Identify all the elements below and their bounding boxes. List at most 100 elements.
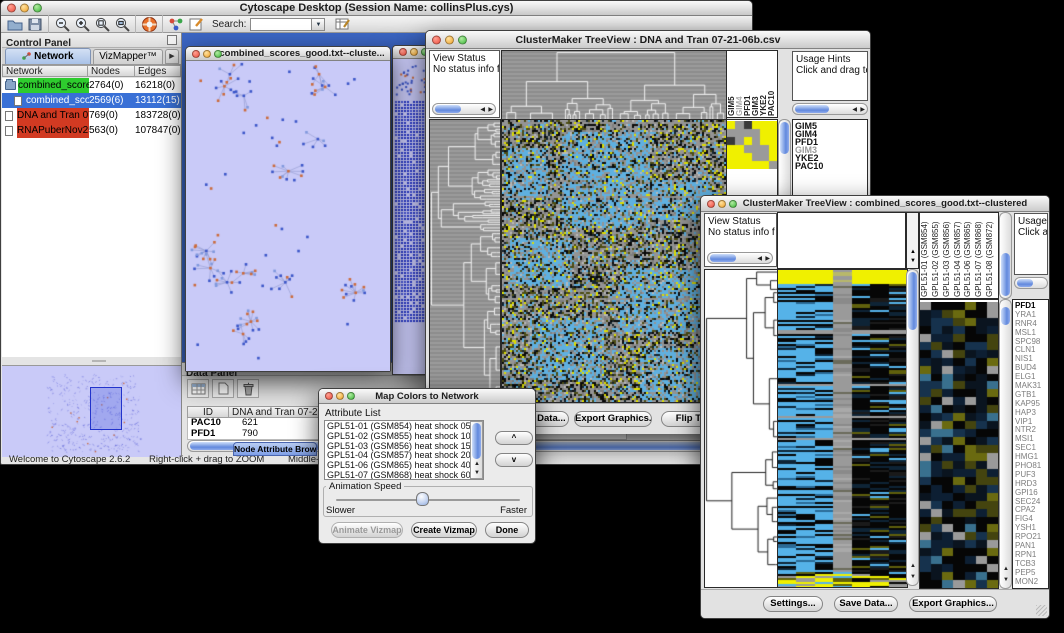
scrollbar-thumb[interactable]	[908, 272, 917, 330]
treeview2-global-heatmap[interactable]	[777, 269, 908, 588]
minimize-icon[interactable]	[718, 200, 726, 208]
network-tree-row[interactable]: combined_scores 2764(0) 16218(0)	[2, 78, 181, 93]
help-icon[interactable]	[139, 14, 159, 34]
attribute-list-vscrollbar[interactable]: ▲▼	[470, 421, 483, 479]
attribute-item[interactable]: GPL51-07 (GSM868) heat shock 60 min	[325, 471, 483, 480]
minimize-icon[interactable]	[20, 4, 29, 13]
zoom-window-icon[interactable]	[729, 200, 737, 208]
treeview2-button[interactable]: Export Graphics...	[909, 596, 997, 612]
scroll-down-arrow[interactable]: ▼	[1003, 577, 1009, 583]
treeview2-button[interactable]: Settings...	[763, 596, 823, 612]
scrollbar-thumb[interactable]	[780, 122, 789, 154]
tab-overflow-button[interactable]: ▶	[165, 49, 179, 64]
attribute-browser-icon[interactable]	[333, 14, 353, 34]
treeview2-titlebar[interactable]: ClusterMaker TreeView : combined_scores_…	[701, 196, 1049, 212]
vizmapper-icon[interactable]	[166, 14, 186, 34]
save-session-icon[interactable]	[25, 14, 45, 34]
treeview2-collabels-vscrollbar[interactable]	[999, 212, 1012, 299]
scrollbar-thumb[interactable]	[472, 423, 481, 459]
zoom-window-icon[interactable]	[33, 4, 42, 13]
treeview1-gene-dendrogram[interactable]	[429, 119, 501, 403]
treeview2-heatmap-vscrollbar[interactable]: ▲▼	[906, 269, 919, 586]
array-col-label[interactable]: GPL51-08 (GSM872)	[986, 214, 997, 297]
treeview1-titlebar[interactable]: ClusterMaker TreeView : DNA and Tran 07-…	[426, 31, 870, 49]
create-vizmap-button[interactable]: Create Vizmap	[411, 522, 477, 538]
minimize-icon[interactable]	[203, 50, 211, 58]
annotation-icon[interactable]	[186, 14, 206, 34]
speed-slider-thumb[interactable]	[416, 492, 429, 506]
treeview2-column-dendrogram-area[interactable]	[777, 212, 906, 269]
scroll-down-arrow[interactable]: ▼	[910, 258, 916, 264]
search-input[interactable]	[250, 18, 312, 31]
close-icon[interactable]	[707, 200, 715, 208]
move-up-button[interactable]: ^	[495, 431, 533, 445]
tab-vizmapper[interactable]: VizMapper™	[93, 49, 163, 64]
panel-splitter[interactable]	[2, 357, 181, 365]
close-icon[interactable]	[7, 4, 16, 13]
tab-network[interactable]: Network	[5, 48, 91, 64]
network-view-titlebar[interactable]: combined_scores_good.txt--cluste...	[186, 47, 390, 61]
minimize-icon[interactable]	[336, 392, 344, 400]
network-view-canvas[interactable]	[186, 61, 390, 371]
gene-label[interactable]: MON2	[1013, 578, 1048, 587]
scroll-up-arrow[interactable]: ▲	[910, 563, 916, 569]
zoom-out-icon[interactable]	[52, 14, 72, 34]
usage-hints-hscrollbar[interactable]	[1014, 277, 1048, 289]
treeview2-gene-dendrogram[interactable]	[704, 269, 779, 588]
animate-vizmap-button[interactable]: Animate Vizmap	[331, 522, 403, 538]
view-status-hscrollbar[interactable]: ◀▶	[432, 103, 496, 115]
search-dropdown-button[interactable]: ▼	[312, 18, 325, 31]
treeview2-genelist-vscrollbar[interactable]: ▲▼	[999, 299, 1012, 589]
attribute-listbox[interactable]: GPL51-01 (GSM854) heat shock 05 minGPL51…	[324, 420, 484, 480]
resize-grip[interactable]	[1036, 605, 1047, 616]
scroll-down-arrow[interactable]: ▼	[474, 470, 480, 476]
treeview1-global-heatmap[interactable]	[501, 119, 727, 403]
new-attribute-icon[interactable]	[212, 379, 234, 398]
scroll-down-arrow[interactable]: ▼	[910, 574, 916, 580]
close-icon[interactable]	[432, 35, 441, 44]
zoom-window-icon[interactable]	[458, 35, 467, 44]
network-tree-row[interactable]: DNA and Tran 07 769(0) 183728(0)	[2, 108, 181, 123]
open-session-icon[interactable]	[5, 14, 25, 34]
zoom-window-icon[interactable]	[214, 50, 222, 58]
scrollbar-thumb[interactable]	[1001, 253, 1010, 296]
treeview1-detail-heatmap[interactable]	[727, 121, 777, 169]
dialog-titlebar[interactable]: Map Colors to Network	[319, 389, 535, 404]
col-edges[interactable]: Edges	[135, 65, 181, 77]
treeview1-button[interactable]: Export Graphics...	[574, 411, 652, 427]
network-overview-panel[interactable]	[2, 365, 181, 457]
float-panel-icon[interactable]	[167, 35, 177, 45]
move-down-button[interactable]: v	[495, 453, 533, 467]
close-icon[interactable]	[399, 48, 407, 56]
minimize-icon[interactable]	[410, 48, 418, 56]
node-attribute-browser-tab[interactable]: Node Attribute Brows	[233, 442, 317, 456]
zoom-window-icon[interactable]	[347, 392, 355, 400]
delete-attribute-icon[interactable]	[237, 379, 259, 398]
minimize-icon[interactable]	[445, 35, 454, 44]
array-col-label[interactable]: GPL51-03 (GSM856)	[943, 214, 954, 297]
network-tree-row[interactable]: combined_sco 2569(6) 13112(15)	[2, 93, 181, 108]
done-button[interactable]: Done	[485, 522, 529, 538]
select-attributes-icon[interactable]	[187, 379, 209, 398]
scrollbar-thumb[interactable]	[1001, 307, 1010, 325]
view-status-hscrollbar[interactable]: ◀▶	[707, 252, 773, 264]
col-nodes[interactable]: Nodes	[88, 65, 135, 77]
network-tree-row[interactable]: RNAPuberNov2+I 563(0) 107847(0)	[2, 123, 181, 138]
usage-hints-hscrollbar[interactable]: ◀▶	[792, 103, 868, 115]
scroll-up-arrow[interactable]: ▲	[474, 461, 480, 467]
scroll-up-arrow[interactable]: ▲	[1003, 566, 1009, 572]
gene-label[interactable]: PAC10	[793, 162, 867, 170]
close-icon[interactable]	[325, 392, 333, 400]
detail-col-label[interactable]: PAC10	[768, 52, 776, 116]
treeview1-column-dendrogram[interactable]	[501, 50, 727, 120]
col-network[interactable]: Network	[2, 65, 88, 77]
zoom-selected-icon[interactable]	[112, 14, 132, 34]
zoom-fit-icon[interactable]	[92, 14, 112, 34]
scroll-up-arrow[interactable]: ▲	[910, 249, 916, 255]
treeview2-button[interactable]: Save Data...	[834, 596, 898, 612]
overview-selection-rect[interactable]	[90, 387, 122, 430]
zoom-in-icon[interactable]	[72, 14, 92, 34]
treeview2-detail-heatmap[interactable]	[920, 302, 998, 588]
window-controls[interactable]	[7, 4, 42, 13]
close-icon[interactable]	[192, 50, 200, 58]
